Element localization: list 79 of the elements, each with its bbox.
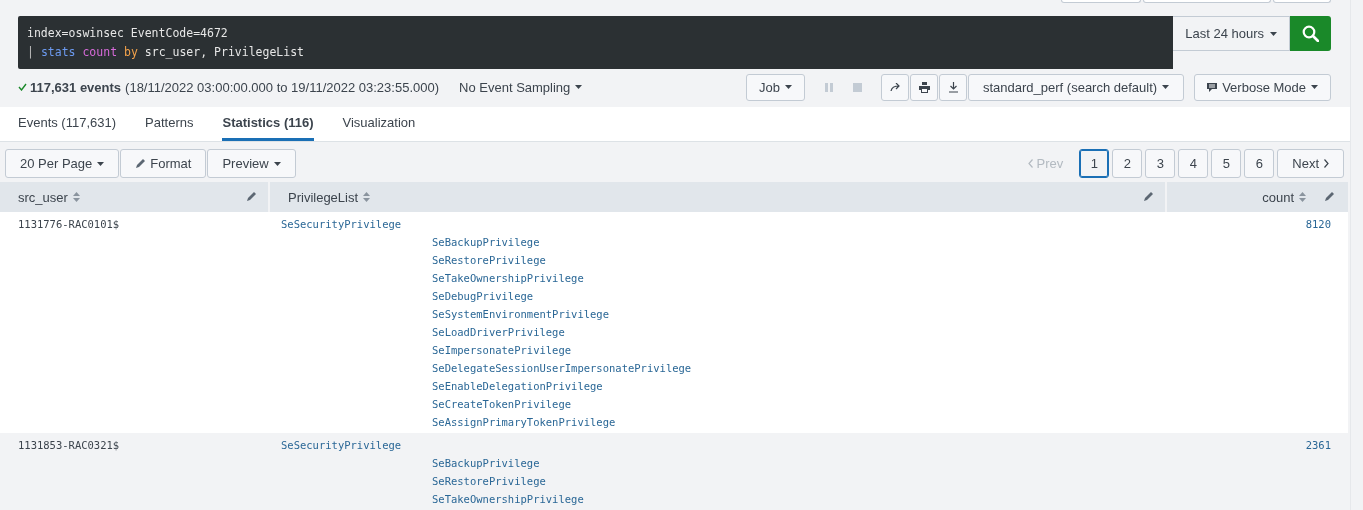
- privilege-value: SeDebugPrivilege: [432, 289, 535, 304]
- pause-icon[interactable]: [825, 82, 833, 92]
- pencil-icon: [1143, 192, 1153, 202]
- column-header[interactable]: PrivilegeList: [269, 182, 1166, 212]
- page-button[interactable]: 2: [1112, 149, 1143, 178]
- stop-icon[interactable]: [852, 82, 862, 92]
- app-context-menu[interactable]: standard_perf (search default): [968, 73, 1185, 101]
- caret-icon: [273, 161, 281, 166]
- privilege-value: SeBackupPrivilege: [432, 235, 541, 250]
- mode-icon: [1207, 82, 1218, 92]
- sort-icon: [363, 192, 371, 202]
- chevron-left-icon: [1027, 159, 1033, 168]
- privilege-value: SeBackupPrivilege: [432, 456, 541, 471]
- print-button[interactable]: [910, 73, 938, 101]
- privilege-value: SeTakeOwnershipPrivilege: [432, 271, 585, 286]
- privilege-value: SeCreateTokenPrivilege: [432, 397, 573, 412]
- privilege-value: SeLoadDriverPrivilege: [432, 325, 566, 340]
- toolbar-button[interactable]: [1273, 0, 1331, 3]
- caret-icon: [575, 85, 583, 89]
- privilege-value: SeEnableDelegationPrivilege: [432, 379, 604, 394]
- search-mode-menu[interactable]: Verbose Mode: [1194, 73, 1331, 101]
- column-title: PrivilegeList: [288, 189, 359, 205]
- share-arrow-icon: [889, 83, 901, 91]
- table-cell: 8120: [1305, 218, 1331, 230]
- privilege-value: SeSecurityPrivilege: [281, 217, 403, 232]
- table-cell: 1131853-RAC0321$: [18, 439, 120, 451]
- privilege-value: SeRestorePrivilege: [432, 253, 547, 268]
- privilege-value: SeImpersonatePrivilege: [432, 343, 573, 358]
- pencil-icon: [135, 158, 146, 169]
- privilege-value: SeTakeOwnershipPrivilege: [432, 492, 585, 507]
- export-button[interactable]: [939, 73, 967, 101]
- preview-menu[interactable]: Preview: [207, 149, 296, 178]
- page-button[interactable]: 5: [1211, 149, 1242, 178]
- search-button[interactable]: [1290, 16, 1331, 51]
- toolbar-button[interactable]: [1061, 0, 1141, 3]
- job-menu[interactable]: Job: [746, 73, 805, 101]
- privilege-value: SeDelegateSessionUserImpersonatePrivilege: [432, 361, 693, 376]
- results-tab[interactable]: Events (117,631): [18, 107, 117, 141]
- column-title: src_user: [18, 189, 68, 205]
- privilege-value: SeSecurityPrivilege: [281, 438, 403, 453]
- results-tab[interactable]: Patterns: [145, 107, 194, 141]
- page-button[interactable]: 6: [1244, 149, 1275, 178]
- results-tab[interactable]: Statistics (116): [222, 107, 314, 141]
- privilege-value: SeSystemEnvironmentPrivilege: [432, 307, 610, 322]
- page-button[interactable]: 1: [1079, 149, 1110, 178]
- column-title: count: [1262, 189, 1294, 205]
- event-sampling-menu[interactable]: No Event Sampling: [459, 79, 583, 95]
- privilege-value: SeAssignPrimaryTokenPrivilege: [432, 415, 617, 430]
- page-button[interactable]: 4: [1178, 149, 1209, 178]
- column-header[interactable]: src_user: [0, 182, 269, 212]
- chevron-right-icon: [1324, 159, 1329, 168]
- event-count: 117,631 events: [30, 79, 122, 95]
- search-query-field[interactable]: index=oswinsec EventCode=4672 | stats count by src_user, PrivilegeList: [18, 16, 1174, 69]
- per-page-menu[interactable]: 20 Per Page: [5, 149, 120, 178]
- pencil-icon: [246, 192, 256, 202]
- time-range-picker[interactable]: Last 24 hours: [1173, 16, 1290, 51]
- scrollbar[interactable]: [1350, 0, 1363, 510]
- pencil-icon: [1324, 192, 1334, 202]
- download-icon: [947, 81, 959, 93]
- caret-icon: [1162, 85, 1170, 89]
- check-icon: [18, 83, 27, 91]
- results-tab[interactable]: Visualization: [342, 107, 416, 141]
- caret-icon: [1311, 85, 1318, 89]
- sort-icon: [1299, 192, 1306, 202]
- time-range-text: (18/11/2022 03:00:00.000 to 19/11/2022 03:23:55.000): [125, 79, 440, 95]
- caret-icon: [785, 85, 792, 89]
- sort-icon: [72, 192, 80, 202]
- table-cell: 2361: [1305, 439, 1331, 451]
- next-page-button[interactable]: Next: [1277, 149, 1344, 178]
- format-button[interactable]: Format: [120, 149, 207, 178]
- table-cell: 1131776-RAC0101$: [18, 218, 120, 230]
- column-header[interactable]: count: [1166, 182, 1348, 212]
- search-icon: [1302, 25, 1319, 42]
- page-button[interactable]: 3: [1145, 149, 1176, 178]
- printer-icon: [918, 81, 930, 93]
- toolbar-button[interactable]: [1143, 0, 1271, 3]
- caret-icon: [97, 161, 105, 166]
- privilege-value: SeRestorePrivilege: [432, 474, 547, 489]
- caret-icon: [1270, 31, 1277, 36]
